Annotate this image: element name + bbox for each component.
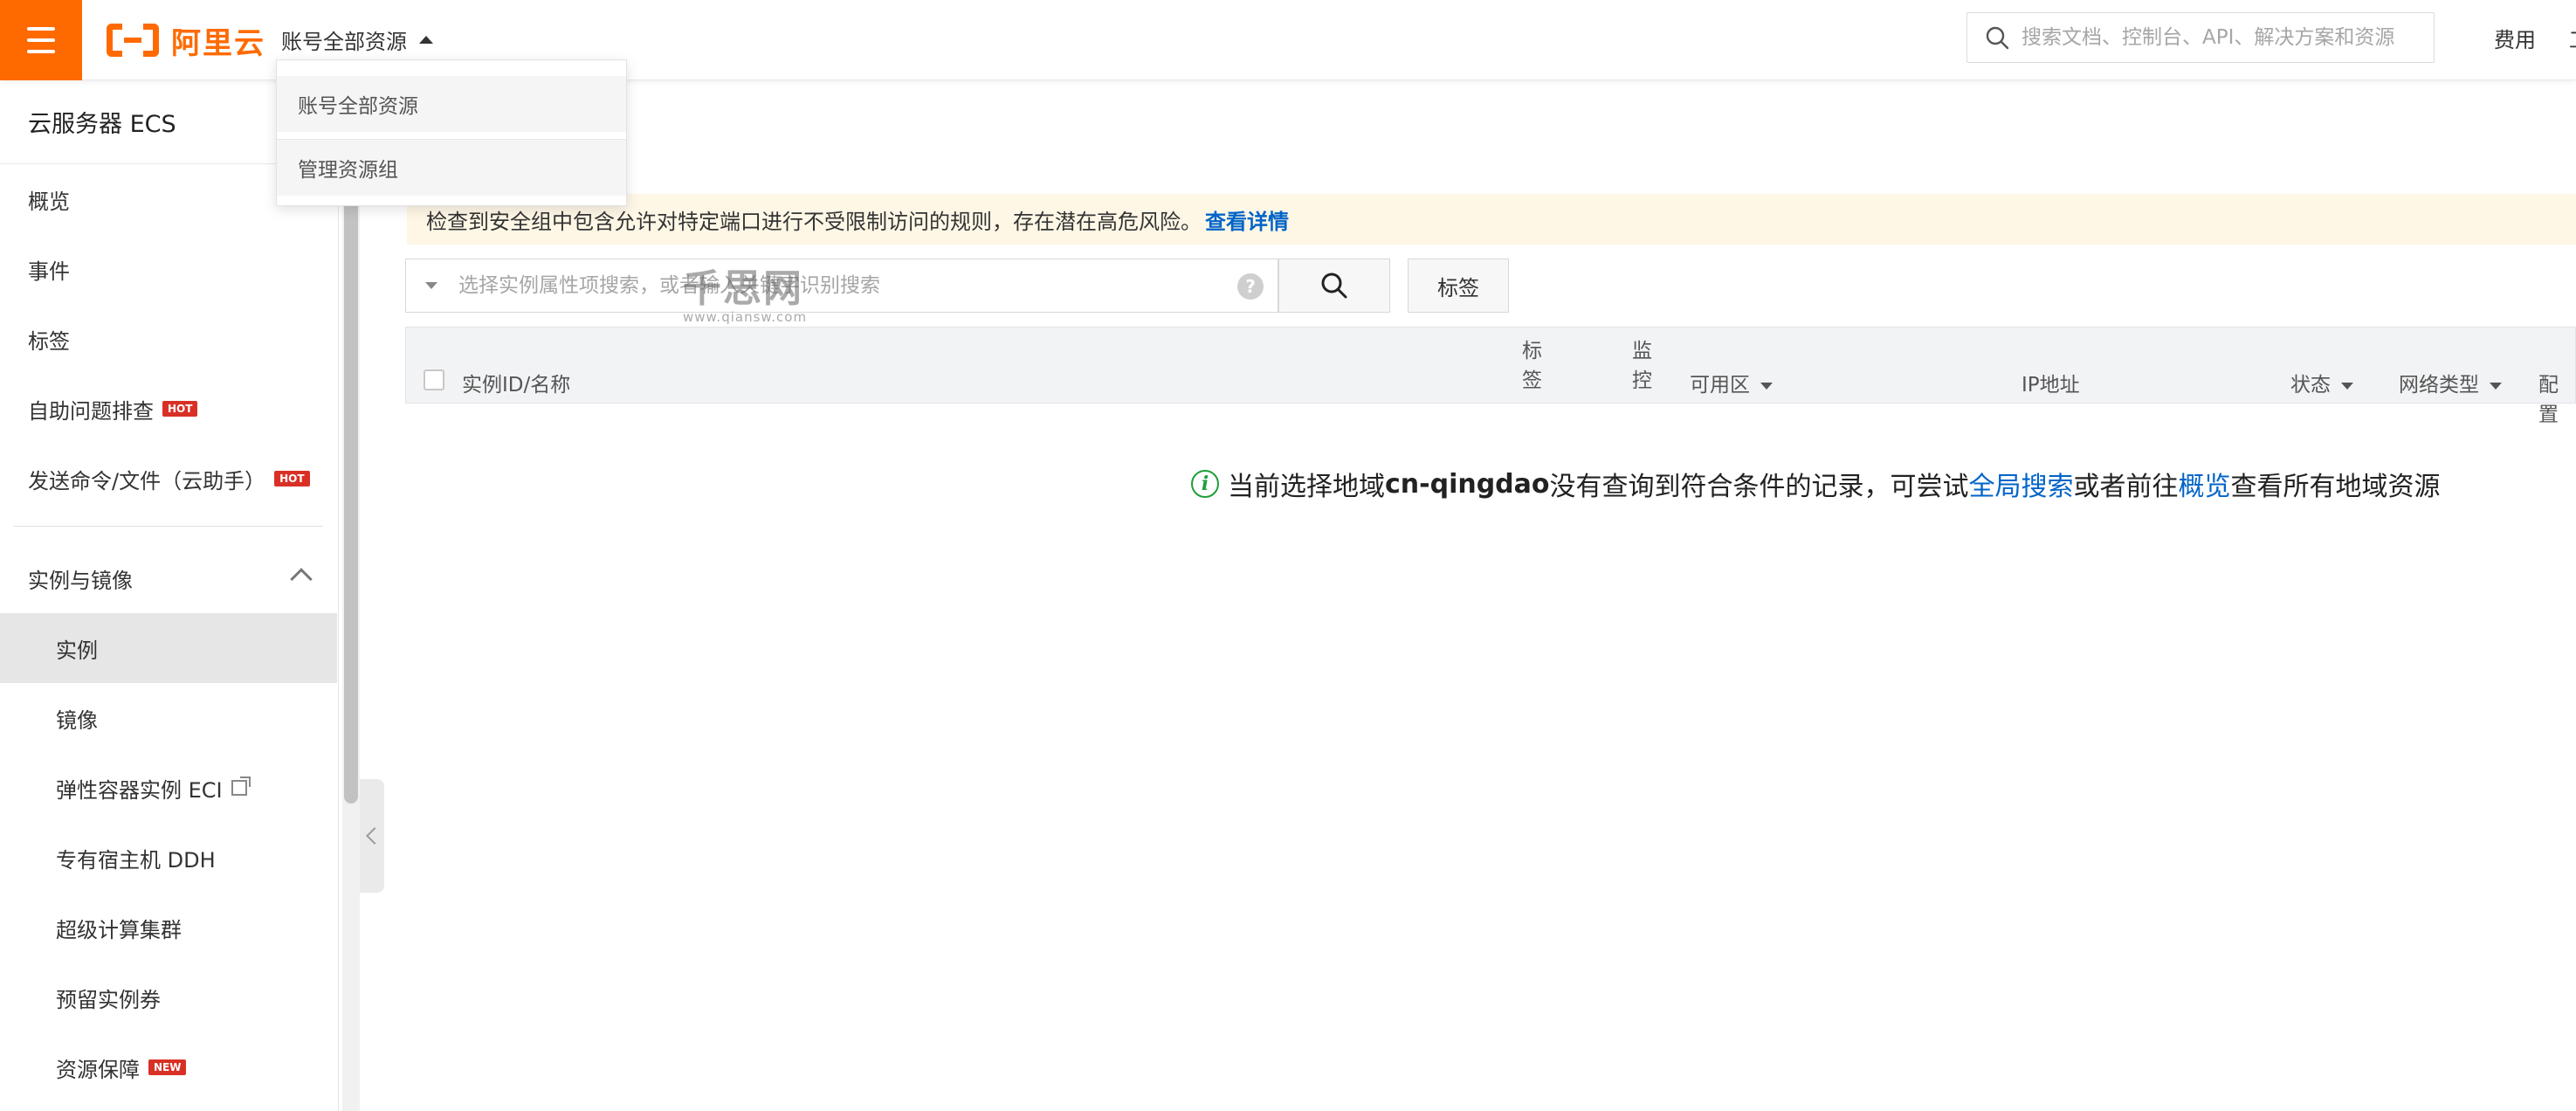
select-all-checkbox[interactable] bbox=[424, 369, 444, 390]
sidebar-item-label: 实例 bbox=[56, 638, 98, 663]
column-header-id-name: 实例ID/名称 bbox=[462, 374, 571, 397]
alert-details-link[interactable]: 查看详情 bbox=[1205, 204, 1289, 235]
sidebar-item-label: 镜像 bbox=[56, 707, 98, 733]
sidebar-scrollbar-thumb[interactable] bbox=[344, 183, 358, 804]
chevron-left-icon bbox=[366, 827, 383, 845]
column-header-config: 配置 bbox=[2538, 374, 2559, 426]
sidebar-item-events[interactable]: 事件 bbox=[0, 234, 337, 304]
dropdown-item-all-resources[interactable]: 账号全部资源 bbox=[277, 76, 626, 132]
account-scope-dropdown: 账号全部资源 管理资源组 bbox=[276, 59, 627, 206]
hot-badge: HOT bbox=[162, 401, 198, 417]
sidebar-group-label: 实例与镜像 bbox=[28, 568, 133, 593]
caret-down-icon[interactable] bbox=[425, 282, 437, 289]
sidebar-item-label: 资源保障 bbox=[56, 1057, 140, 1082]
search-icon bbox=[1321, 273, 1347, 299]
empty-region: cn-qingdao bbox=[1385, 468, 1550, 500]
overview-link[interactable]: 概览 bbox=[2179, 465, 2231, 503]
top-link-billing[interactable]: 费用 bbox=[2494, 23, 2536, 53]
empty-suffix: 查看所有地域资源 bbox=[2230, 472, 2441, 502]
dropdown-item-resource-groups[interactable]: 管理资源组 bbox=[277, 140, 626, 196]
column-header-tag: 标签 bbox=[1522, 340, 1542, 392]
caret-down-icon bbox=[1760, 382, 1773, 390]
aliyun-logo-icon bbox=[107, 24, 159, 57]
hamburger-menu-icon[interactable] bbox=[0, 0, 82, 80]
external-link-icon bbox=[231, 776, 251, 796]
new-badge: NEW bbox=[148, 1059, 187, 1075]
sidebar-item-label: 专有宿主机 DDH bbox=[56, 847, 216, 873]
sidebar-item-label: 标签 bbox=[28, 328, 70, 354]
column-header-zone-label: 可用区 bbox=[1690, 374, 1750, 397]
column-header-network[interactable]: 网络类型 bbox=[2399, 368, 2502, 397]
filter-search-button[interactable] bbox=[1278, 259, 1390, 313]
caret-down-icon bbox=[2490, 382, 2502, 390]
alert-text: 检查到安全组中包含允许对特定端口进行不受限制访问的规则，存在潜在高危风险。 bbox=[426, 209, 1202, 234]
column-header-network-label: 网络类型 bbox=[2399, 374, 2479, 397]
sidebar-item-resource-assurance[interactable]: 资源保障 NEW bbox=[0, 1032, 337, 1102]
sidebar-item-super-computing[interactable]: 超级计算集群 bbox=[0, 893, 337, 963]
sidebar-item-ddh[interactable]: 专有宿主机 DDH bbox=[0, 823, 337, 893]
sidebar-item-eci[interactable]: 弹性容器实例 ECI bbox=[0, 753, 337, 823]
sidebar-collapse-handle[interactable] bbox=[360, 779, 384, 893]
search-icon bbox=[1986, 26, 2009, 50]
hot-badge: HOT bbox=[274, 471, 310, 486]
column-header-ip: IP地址 bbox=[2022, 374, 2080, 397]
empty-between: 或者前往 bbox=[2073, 472, 2179, 502]
sidebar-item-label: 超级计算集群 bbox=[56, 917, 182, 942]
tag-filter-button[interactable]: 标签 bbox=[1408, 259, 1509, 313]
caret-down-icon bbox=[2341, 382, 2353, 390]
sidebar-item-label: 发送命令/文件（云助手） bbox=[28, 468, 266, 493]
sidebar: 云服务器 ECS 概览 事件 标签 自助问题排查 HOT 发送命令/文件（云助手… bbox=[0, 80, 339, 1111]
sidebar-item-label: 概览 bbox=[28, 189, 70, 214]
column-header-status[interactable]: 状态 bbox=[2290, 368, 2353, 397]
account-scope-selector[interactable]: 账号全部资源 bbox=[281, 21, 433, 58]
security-alert-banner: 检查到安全组中包含允许对特定端口进行不受限制访问的规则，存在潜在高危风险。 查看… bbox=[407, 194, 2576, 245]
chevron-up-icon bbox=[290, 568, 313, 590]
caret-up-icon bbox=[419, 35, 433, 44]
sidebar-item-images[interactable]: 镜像 bbox=[0, 683, 337, 753]
global-search[interactable] bbox=[1966, 12, 2435, 63]
instance-table-header: 实例ID/名称 标签 监控 可用区 IP地址 状态 网络类型 配置 bbox=[405, 327, 2576, 426]
brand-name: 阿里云 bbox=[171, 25, 265, 61]
sidebar-divider bbox=[14, 526, 323, 527]
brand-logo[interactable]: 阿里云 bbox=[107, 19, 265, 61]
help-icon[interactable]: ? bbox=[1237, 273, 1264, 300]
column-header-monitor: 监控 bbox=[1632, 340, 1652, 392]
instance-filter[interactable]: ? bbox=[405, 259, 1278, 313]
instance-filter-input[interactable] bbox=[458, 274, 1227, 297]
empty-state-message: i 当前选择地域 cn-qingdao 没有查询到符合条件的记录，可尝试 全局搜… bbox=[1191, 465, 2441, 503]
sidebar-item-cloud-assistant[interactable]: 发送命令/文件（云助手） HOT bbox=[0, 444, 337, 514]
sidebar-item-label: 弹性容器实例 ECI bbox=[56, 777, 223, 803]
sidebar-item-reserved-instances[interactable]: 预留实例券 bbox=[0, 963, 337, 1032]
global-search-input[interactable] bbox=[2022, 26, 2423, 49]
info-icon: i bbox=[1191, 470, 1219, 498]
account-scope-label: 账号全部资源 bbox=[281, 29, 407, 54]
sidebar-item-troubleshoot[interactable]: 自助问题排查 HOT bbox=[0, 374, 337, 444]
sidebar-item-instances[interactable]: 实例 bbox=[0, 613, 337, 683]
sidebar-group-instances-images[interactable]: 实例与镜像 bbox=[0, 543, 337, 613]
global-search-link[interactable]: 全局搜索 bbox=[1969, 465, 2074, 503]
empty-middle: 没有查询到符合条件的记录，可尝试 bbox=[1549, 472, 1969, 502]
sidebar-item-tags[interactable]: 标签 bbox=[0, 304, 337, 374]
column-header-status-label: 状态 bbox=[2290, 374, 2331, 397]
top-link-more[interactable]: 工 bbox=[2569, 23, 2576, 53]
empty-prefix: 当前选择地域 bbox=[1228, 472, 1385, 502]
column-header-zone[interactable]: 可用区 bbox=[1690, 368, 1773, 397]
sidebar-item-label: 事件 bbox=[28, 259, 70, 284]
sidebar-item-label: 自助问题排查 bbox=[28, 398, 154, 424]
sidebar-item-label: 预留实例券 bbox=[56, 987, 161, 1012]
